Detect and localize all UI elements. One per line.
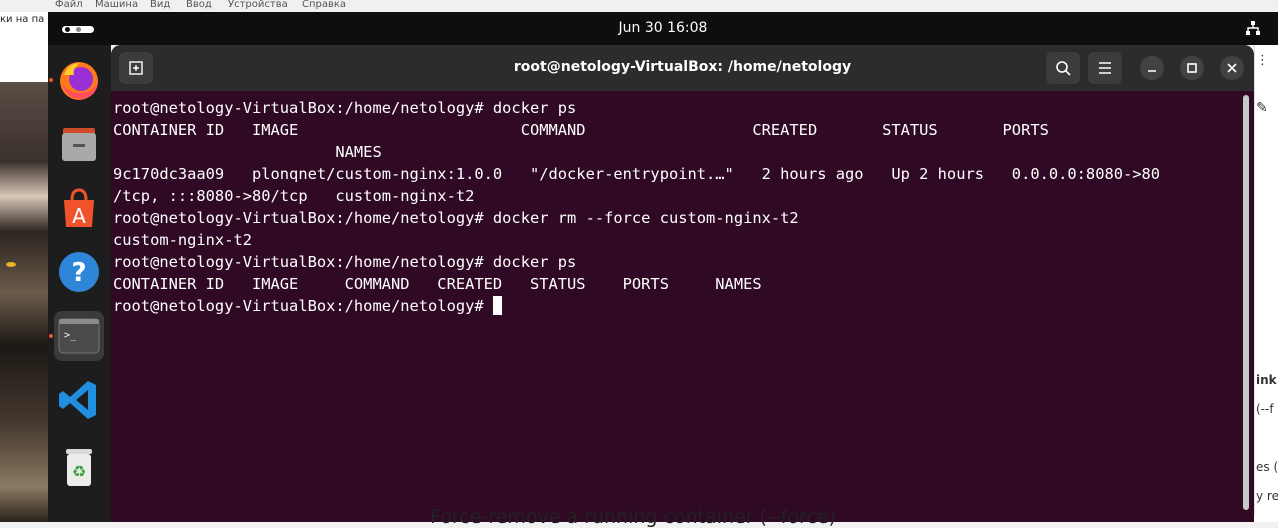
terminal-line: CONTAINER ID IMAGE COMMAND CREATED STATU… [113,121,1049,139]
desktop-wallpaper-image [0,82,48,522]
svg-text:♻: ♻ [72,462,86,481]
dock-firefox[interactable] [54,55,104,105]
background-page-text: Force-remove a running container (--forc… [430,506,836,528]
text-cursor [492,296,502,315]
host-menu-view[interactable]: Вид [150,0,170,10]
host-menu-file[interactable]: Файл [55,0,83,10]
host-menu-devices[interactable]: Устройства [228,0,288,10]
close-button[interactable] [1220,56,1244,80]
host-right-snippet-3: es (- [1256,460,1278,474]
running-indicator [49,78,53,82]
terminal-prompt: root@netology-VirtualBox:/home/netology# [113,297,493,315]
maximize-icon [1187,63,1197,73]
trash-icon: ♻ [66,449,92,486]
dock-ubuntu-software[interactable]: A [54,183,104,233]
terminal-output[interactable]: root@netology-VirtualBox:/home/netology#… [113,97,1241,517]
help-icon: ? [59,252,99,292]
host-right-snippet-1: ink [1256,373,1277,387]
close-icon [1227,63,1237,73]
terminal-header-bar[interactable]: root@netology-VirtualBox: /home/netology [111,45,1254,91]
ubuntu-dock: A ? >_ ♻ [48,45,111,522]
host-right-app-sliver: ⋮ ✎ ink (--f es (- y rer [1254,45,1278,522]
app-store-icon: A [64,188,94,228]
terminal-line: root@netology-VirtualBox:/home/netology#… [113,99,577,117]
search-icon [1056,61,1071,76]
terminal-prompt-line[interactable]: root@netology-VirtualBox:/home/netology# [113,295,1241,317]
terminal-scrollbar[interactable] [1243,95,1249,517]
svg-text:?: ? [71,258,86,288]
host-menu-machine[interactable]: Машина [95,0,138,10]
firefox-icon [60,62,98,100]
terminal-line: root@netology-VirtualBox:/home/netology#… [113,209,799,227]
dock-vscode[interactable] [54,375,104,425]
host-menu-input[interactable]: Ввод [186,0,212,10]
host-right-snippet-4: y rer [1256,489,1278,503]
host-right-edit-icon: ✎ [1256,100,1268,116]
terminal-line: custom-nginx-t2 [113,231,252,249]
network-wired-icon[interactable] [1246,21,1260,35]
dock-help[interactable]: ? [54,247,104,297]
terminal-title: root@netology-VirtualBox: /home/netology [513,59,852,75]
minimize-icon [1148,70,1156,72]
running-indicator [49,334,53,338]
host-right-snippet-2: (--f [1256,402,1274,416]
wallpaper-eye [6,262,16,267]
ubuntu-top-bar: Jun 30 16:08 [48,12,1278,45]
terminal-line: root@netology-VirtualBox:/home/netology#… [113,253,577,271]
terminal-line: CONTAINER ID IMAGE COMMAND CREATED STATU… [113,275,762,293]
host-menu-help[interactable]: Справка [302,0,346,10]
svg-text:A: A [72,204,86,228]
scrollbar-thumb[interactable] [1243,95,1249,510]
svg-text:>_: >_ [64,330,77,341]
files-icon [62,128,96,161]
host-right-menu-icon: ⋮ [1256,53,1269,68]
minimize-button[interactable] [1140,56,1164,80]
maximize-button[interactable] [1180,56,1204,80]
terminal-line: /tcp, :::8080->80/tcp custom-nginx-t2 [113,187,475,205]
host-left-cut-text: ки на па [0,14,45,25]
vscode-icon [59,381,96,419]
terminal-icon: >_ [58,318,100,354]
dock-terminal[interactable]: >_ [54,311,104,361]
dock-files[interactable] [54,119,104,169]
search-button[interactable] [1046,52,1080,84]
dock-trash[interactable]: ♻ [54,443,104,493]
hamburger-menu-button[interactable] [1088,52,1122,84]
terminal-line: NAMES [113,143,382,161]
hamburger-menu-icon [1099,62,1111,74]
terminal-line: 9c170dc3aa09 plonqnet/custom-nginx:1.0.0… [113,165,1161,183]
terminal-window[interactable]: root@netology-VirtualBox: /home/netology… [111,45,1254,522]
clock[interactable]: Jun 30 16:08 [48,20,1278,36]
